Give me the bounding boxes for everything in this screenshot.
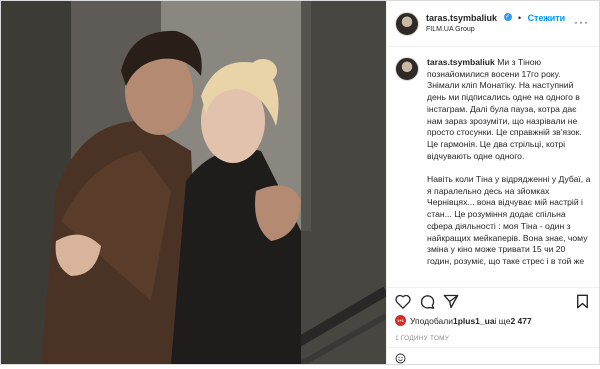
couple-photo-illustration <box>1 1 386 364</box>
caption-body: Ми з Тіною познайомилися восени 17го рок… <box>427 57 591 265</box>
liker-username[interactable]: 1plus1_ua <box>453 316 495 326</box>
bookmark-icon[interactable] <box>576 294 589 314</box>
share-icon[interactable] <box>443 294 459 314</box>
liker-avatar[interactable]: 1+1 <box>395 315 406 326</box>
heart-icon[interactable] <box>395 294 411 314</box>
likes-middle: і ще <box>494 315 511 326</box>
post-photo[interactable] <box>1 1 386 364</box>
author-avatar[interactable] <box>395 11 419 36</box>
verified-badge-icon: ✓ <box>503 12 512 21</box>
comments-section: taras.tsymbaliuk Ми з Тіною познайомилис… <box>387 47 599 265</box>
likes-prefix: Уподобали <box>410 315 453 326</box>
comment-input[interactable] <box>411 351 591 362</box>
more-options-icon[interactable]: ··· <box>574 15 589 29</box>
post-actions <box>387 287 599 315</box>
post-header: taras.tsymbaliuk ✓ • Стежити FILM.UA Gro… <box>387 1 599 47</box>
comment-icon[interactable] <box>419 294 435 314</box>
add-comment-bar <box>387 347 599 364</box>
emoji-icon[interactable] <box>395 351 406 369</box>
post-side-panel: taras.tsymbaliuk ✓ • Стежити FILM.UA Gro… <box>386 1 599 364</box>
likes-summary: 1+1 Уподобали 1plus1_ua і ще 2 477 <box>395 315 532 326</box>
caption-author-avatar[interactable] <box>395 57 419 81</box>
author-username[interactable]: taras.tsymbaliuk <box>426 13 497 23</box>
post-location[interactable]: FILM.UA Group <box>426 24 565 36</box>
author-info: taras.tsymbaliuk ✓ • Стежити FILM.UA Gro… <box>426 11 565 36</box>
caption-text: taras.tsymbaliuk Ми з Тіною познайомилис… <box>427 57 591 265</box>
post-timestamp[interactable]: 1 ГОДИНУ ТОМУ <box>395 335 449 342</box>
likes-count[interactable]: 2 477 <box>510 316 531 326</box>
caption-username[interactable]: taras.tsymbaliuk <box>427 57 495 67</box>
instagram-post: taras.tsymbaliuk ✓ • Стежити FILM.UA Gro… <box>0 0 600 365</box>
follow-button[interactable]: Стежити <box>528 13 566 23</box>
separator-dot: • <box>517 13 522 23</box>
caption-row: taras.tsymbaliuk Ми з Тіною познайомилис… <box>395 57 591 265</box>
